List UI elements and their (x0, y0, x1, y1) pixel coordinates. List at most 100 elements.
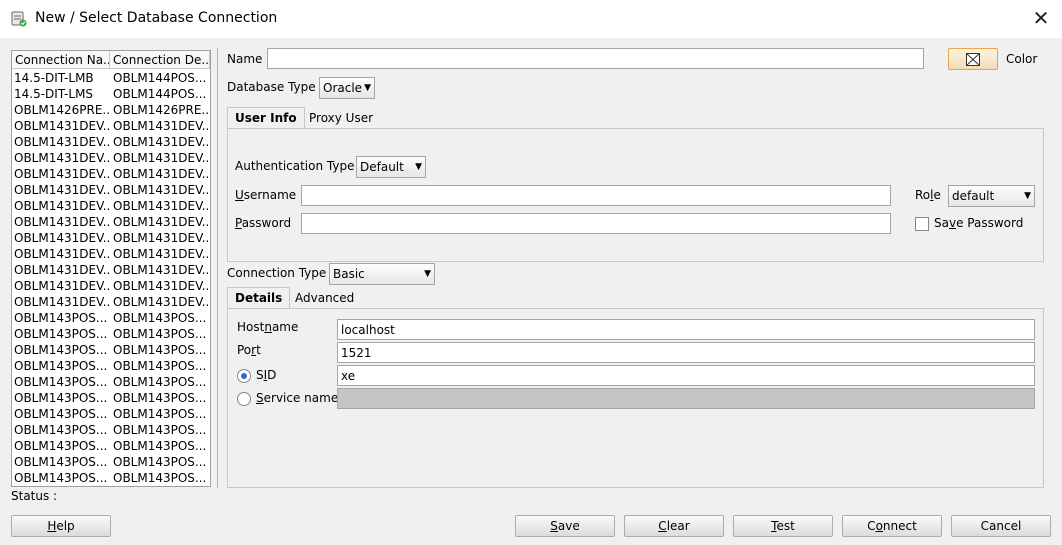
table-row[interactable]: 14.5-DIT-LMB OBLM144POS... (12, 70, 210, 86)
tab-user-info[interactable]: User Info (227, 107, 305, 129)
connection-name-cell: OBLM143POS... (14, 439, 108, 453)
connection-details-cell: OBLM1431DEV... (113, 247, 210, 261)
sid-label: SID (256, 368, 277, 382)
password-input[interactable] (301, 213, 891, 234)
tab-details[interactable]: Details (227, 287, 291, 309)
tab-advanced[interactable]: Advanced (288, 288, 361, 310)
chevron-down-icon: ▼ (424, 269, 431, 279)
connection-details-cell: OBLM143POS... (113, 423, 207, 437)
database-type-label: Database Type (227, 80, 316, 94)
table-row[interactable]: OBLM1431DEV... OBLM1431DEV... (12, 134, 210, 150)
connection-name-cell: OBLM143POS... (14, 359, 108, 373)
table-row[interactable]: OBLM1431DEV... OBLM1431DEV... (12, 294, 210, 310)
table-row[interactable]: OBLM1431DEV... OBLM1431DEV... (12, 278, 210, 294)
close-icon[interactable]: ✕ (1029, 6, 1053, 30)
table-row[interactable]: OBLM143POS... OBLM143POS... (12, 374, 210, 390)
table-row[interactable]: OBLM1431DEV... OBLM1431DEV... (12, 262, 210, 278)
service-name-input (337, 388, 1035, 409)
service-name-radio[interactable] (237, 392, 251, 406)
column-header-connection-name[interactable]: Connection Na... (12, 51, 110, 69)
table-row[interactable]: OBLM1431DEV... OBLM1431DEV... (12, 166, 210, 182)
table-row[interactable]: 14.5-DIT-LMS OBLM144POS... (12, 86, 210, 102)
table-row[interactable]: OBLM1431DEV... OBLM1431DEV... (12, 230, 210, 246)
cancel-button[interactable]: Cancel (951, 515, 1051, 537)
connection-name-cell: OBLM1431DEV... (14, 263, 110, 277)
connection-name-cell: OBLM1431DEV... (14, 119, 110, 133)
database-connection-icon (11, 11, 27, 27)
connection-details-cell: OBLM1431DEV... (113, 215, 210, 229)
table-row[interactable]: OBLM143POS... OBLM143POS... (12, 310, 210, 326)
authentication-type-label: Authentication Type (235, 159, 355, 173)
connection-details-cell: OBLM143POS... (113, 471, 207, 485)
window-title: New / Select Database Connection (35, 10, 278, 26)
tab-proxy-user[interactable]: Proxy User (302, 108, 380, 130)
authentication-type-select[interactable]: Default ▼ (356, 156, 426, 178)
connection-name-cell: 14.5-DIT-LMB (14, 71, 94, 85)
table-row[interactable]: OBLM1431DEV... OBLM1431DEV... (12, 182, 210, 198)
connection-details-cell: OBLM143POS... (113, 327, 207, 341)
connection-details-cell: OBLM1426PRE... (113, 103, 210, 117)
connect-button[interactable]: Connect (842, 515, 942, 537)
connection-name-cell: OBLM1431DEV... (14, 295, 110, 309)
connection-name-cell: OBLM1431DEV... (14, 199, 110, 213)
table-row[interactable]: OBLM143POS... OBLM143POS... (12, 358, 210, 374)
help-button[interactable]: Help (11, 515, 111, 537)
sid-radio[interactable] (237, 369, 251, 383)
connection-rows: 14.5-DIT-LMB OBLM144POS... 14.5-DIT-LMS OBL… (12, 70, 210, 486)
column-header-connection-details[interactable]: Connection De... (110, 51, 210, 69)
hostname-input[interactable]: localhost (337, 319, 1035, 340)
clear-button[interactable]: Clear (624, 515, 724, 537)
authentication-type-value: Default (360, 160, 404, 174)
table-row[interactable]: OBLM143POS... OBLM143POS... (12, 422, 210, 438)
name-input[interactable] (267, 48, 924, 69)
connection-name-cell: OBLM1426PRE... (14, 103, 110, 117)
table-row[interactable]: OBLM1426PRE... OBLM1426PRE... (12, 102, 210, 118)
table-row[interactable]: OBLM1431DEV... OBLM1431DEV... (12, 198, 210, 214)
connection-name-cell: OBLM143POS... (14, 375, 108, 389)
test-button[interactable]: Test (733, 515, 833, 537)
table-row[interactable]: OBLM1431DEV... OBLM1431DEV... (12, 150, 210, 166)
connection-name-cell: OBLM1431DEV... (14, 135, 110, 149)
connection-details-cell: OBLM1431DEV... (113, 231, 210, 245)
role-label: Role (915, 188, 941, 202)
connection-name-cell: OBLM1431DEV... (14, 183, 110, 197)
connection-type-label: Connection Type (227, 266, 327, 280)
table-row[interactable]: OBLM143POS... OBLM143POS... (12, 390, 210, 406)
table-row[interactable]: OBLM1431DEV... OBLM1431DEV... (12, 246, 210, 262)
table-row[interactable]: OBLM1431DEV... OBLM1431DEV... (12, 118, 210, 134)
color-button[interactable] (948, 48, 998, 70)
table-row[interactable]: OBLM1431DEV... OBLM1431DEV... (12, 214, 210, 230)
chevron-down-icon: ▼ (1024, 191, 1031, 201)
connection-details-cell: OBLM1431DEV... (113, 199, 210, 213)
connection-details-cell: OBLM144POS... (113, 71, 207, 85)
connection-name-cell: OBLM1431DEV... (14, 215, 110, 229)
table-row[interactable]: OBLM143POS... OBLM143POS... (12, 438, 210, 454)
table-row[interactable]: OBLM143POS... OBLM143POS... (12, 470, 210, 486)
sid-input[interactable]: xe (337, 365, 1035, 386)
table-row[interactable]: OBLM143POS... OBLM143POS... (12, 454, 210, 470)
save-password-checkbox[interactable] (915, 217, 929, 231)
port-input[interactable]: 1521 (337, 342, 1035, 363)
role-select[interactable]: default ▼ (948, 185, 1035, 207)
connection-details-cell: OBLM1431DEV... (113, 263, 210, 277)
connection-name-cell: 14.5-DIT-LMS (14, 87, 94, 101)
username-input[interactable] (301, 185, 891, 206)
connection-details-cell: OBLM1431DEV... (113, 295, 210, 309)
username-label-rest: sername (243, 188, 297, 202)
connection-name-cell: OBLM1431DEV... (14, 151, 110, 165)
save-button[interactable]: Save (515, 515, 615, 537)
splitter[interactable] (217, 48, 218, 488)
table-row[interactable]: OBLM143POS... OBLM143POS... (12, 326, 210, 342)
connection-details-cell: OBLM143POS... (113, 391, 207, 405)
connection-type-select[interactable]: Basic ▼ (329, 263, 435, 285)
connection-list[interactable]: Connection Na... Connection De... 14.5-D… (11, 50, 211, 487)
table-row[interactable]: OBLM143POS... OBLM143POS... (12, 406, 210, 422)
name-label: Name (227, 52, 263, 66)
connection-details-cell: OBLM1431DEV... (113, 167, 210, 181)
database-type-select[interactable]: Oracle ▼ (319, 77, 375, 99)
connection-name-cell: OBLM143POS... (14, 471, 108, 485)
table-row[interactable]: OBLM143POS... OBLM143POS... (12, 342, 210, 358)
connection-details-cell: OBLM143POS... (113, 343, 207, 357)
connection-details-cell: OBLM1431DEV... (113, 183, 210, 197)
connection-details-cell: OBLM143POS... (113, 375, 207, 389)
